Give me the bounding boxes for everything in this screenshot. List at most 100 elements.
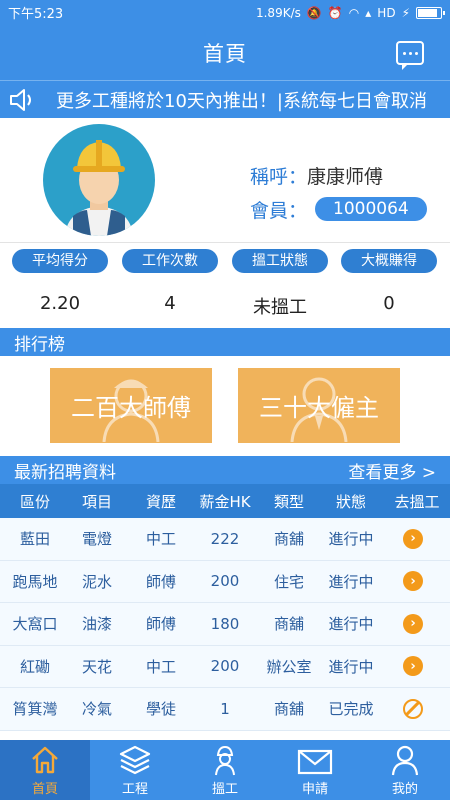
go-arrow-icon[interactable]: ›: [403, 528, 423, 549]
stat-value: 0: [383, 293, 395, 314]
status-cell: 進行中: [328, 615, 374, 634]
stat-label: 平均得分: [12, 249, 108, 273]
stat-job-count[interactable]: 工作次數 4: [121, 249, 219, 314]
type-cell: 商舖: [273, 615, 304, 634]
stat-job-status[interactable]: 搵工狀態 未搵工: [231, 249, 329, 319]
tab-find-work[interactable]: 搵工: [180, 740, 270, 800]
battery-icon: [416, 6, 445, 19]
chat-bubble-icon[interactable]: [396, 41, 424, 70]
status-time: 下午5:23: [8, 7, 64, 22]
tab-label: 搵工: [211, 782, 238, 797]
tab-profile[interactable]: 我的: [360, 740, 450, 800]
salary-cell: 222: [210, 529, 240, 548]
item-cell: 泥水: [81, 572, 112, 591]
item-cell: 冷氣: [81, 700, 112, 719]
network-speed: 1.89K/s: [255, 5, 301, 20]
bolt-icon: ⚡: [401, 5, 410, 20]
type-cell: 辦公室: [266, 657, 312, 676]
tab-applications[interactable]: 申請: [270, 740, 360, 800]
stat-value: 未搵工: [253, 297, 307, 318]
layers-icon: [119, 745, 151, 775]
status-cell: 進行中: [328, 572, 374, 591]
person-icon: [391, 745, 419, 776]
top-employers-button[interactable]: 三十大僱主: [238, 368, 400, 443]
top-masters-button[interactable]: 二百大師傅: [50, 368, 212, 443]
signal-icon: ▴: [365, 5, 372, 20]
wifi-icon: ◠: [348, 5, 360, 20]
status-cell: 進行中: [328, 657, 374, 676]
item-cell: 油漆: [81, 615, 112, 634]
district-cell: 大窩口: [12, 615, 58, 634]
jobs-title: 最新招聘資料: [14, 462, 116, 483]
column-header: 狀態: [335, 492, 366, 511]
type-cell: 商舖: [273, 700, 304, 719]
apply-cell: ›: [384, 518, 442, 560]
top-masters-label: 二百大師傅: [71, 394, 191, 422]
ranking-title: 排行榜: [14, 334, 65, 355]
bottom-tab-bar: 首頁 工程 搵工 申請 我的: [0, 740, 450, 800]
network-type: HD: [377, 5, 396, 20]
stat-value: 2.20: [39, 293, 81, 314]
stat-value: 4: [164, 293, 176, 314]
status-cell: 已完成: [328, 700, 374, 719]
column-header: 類型: [273, 492, 304, 511]
mute-icon: 🔕: [306, 5, 322, 20]
announcement-text: 更多工種將於10天內推出！|系統每七日會取消: [56, 90, 427, 112]
view-more-link[interactable]: 查看更多 >: [348, 458, 436, 483]
level-cell: 師傅: [145, 615, 176, 634]
table-row[interactable]: 筲箕灣 冷氣 學徒 1 商舖 已完成: [0, 688, 450, 731]
profile-card: 稱呼： 康康师傅 會員： 1000064: [0, 118, 450, 242]
level-cell: 中工: [145, 657, 176, 676]
salary-cell: 180: [210, 614, 240, 633]
avatar[interactable]: [43, 124, 155, 236]
worker-icon: [215, 745, 235, 776]
jobs-header: 最新招聘資料 查看更多 >: [0, 456, 450, 484]
stat-label: 搵工狀態: [232, 249, 328, 273]
stats-panel: 平均得分 2.20 工作次數 4 搵工狀態 未搵工 大概賺得 0: [0, 242, 450, 328]
stat-average-score[interactable]: 平均得分 2.20: [11, 249, 109, 314]
page-title: 首頁: [203, 41, 247, 66]
battery-fill: [418, 8, 437, 17]
prohibited-icon: [403, 698, 423, 719]
name-row: 稱呼： 康康师傅: [250, 158, 427, 192]
go-arrow-icon[interactable]: ›: [403, 571, 423, 592]
go-arrow-icon[interactable]: ›: [403, 613, 423, 634]
tab-projects[interactable]: 工程: [90, 740, 180, 800]
name-label: 稱呼：: [250, 165, 308, 188]
district-cell: 紅磡: [19, 657, 50, 676]
worker-avatar-icon: [65, 140, 133, 236]
profile-info: 稱呼： 康康师傅 會員： 1000064: [250, 158, 427, 226]
table-row[interactable]: 藍田 電燈 中工 222 商舖 進行中 ›: [0, 518, 450, 561]
tab-home[interactable]: 首頁: [0, 740, 90, 800]
tab-label: 我的: [391, 782, 418, 797]
tab-label: 申請: [301, 782, 328, 797]
column-header: 薪金HK: [199, 492, 251, 511]
mail-icon: [297, 749, 333, 775]
type-cell: 住宅: [273, 572, 304, 591]
table-row[interactable]: 紅磡 天花 中工 200 辦公室 進行中 ›: [0, 645, 450, 688]
speaker-icon: [0, 81, 44, 118]
salary-cell: 1: [220, 699, 230, 718]
apply-cell: ›: [384, 603, 442, 645]
apply-cell: [384, 688, 442, 730]
district-cell: 跑馬地: [12, 572, 58, 591]
go-arrow-icon[interactable]: ›: [403, 656, 423, 677]
level-cell: 中工: [145, 530, 176, 549]
district-cell: 筲箕灣: [12, 700, 58, 719]
stat-label: 大概賺得: [341, 249, 437, 273]
member-label: 會員：: [250, 199, 308, 222]
tab-label: 工程: [121, 782, 148, 797]
item-cell: 天花: [81, 657, 112, 676]
salary-cell: 200: [210, 657, 240, 676]
table-row[interactable]: 跑馬地 泥水 師傅 200 住宅 進行中 ›: [0, 560, 450, 603]
title-bar: 首頁: [0, 25, 450, 80]
district-cell: 藍田: [19, 530, 50, 549]
member-row: 會員： 1000064: [250, 192, 427, 226]
ranking-panel: 二百大師傅 三十大僱主: [0, 356, 450, 456]
jobs-table-header: 區份 項目 資歷 薪金HK 類型 狀態 去搵工: [0, 484, 450, 518]
top-employers-label: 三十大僱主: [259, 394, 379, 422]
column-header: 去搵工: [394, 492, 440, 511]
stat-earnings[interactable]: 大概賺得 0: [340, 249, 438, 314]
table-row[interactable]: 大窩口 油漆 師傅 180 商舖 進行中 ›: [0, 603, 450, 646]
stat-label: 工作次數: [122, 249, 218, 273]
